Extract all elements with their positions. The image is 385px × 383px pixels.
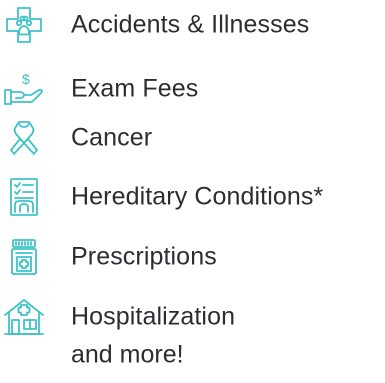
coverage-label-cancer: Cancer [71, 123, 153, 152]
coverage-label-hospitalization: Hospitalization [71, 302, 236, 331]
coverage-label-hereditary-conditions: Hereditary Conditions* [71, 182, 324, 211]
coverage-item-hospitalization: Hospitalization [0, 293, 385, 341]
coverage-item-accidents-illnesses: Accidents & Illnesses [0, 1, 385, 49]
coverage-label-exam-fees: Exam Fees [71, 74, 199, 103]
coverage-item-prescriptions: Prescriptions [0, 233, 385, 281]
svg-text:$: $ [22, 71, 30, 87]
prescription-bottle-icon [2, 233, 46, 281]
hand-holding-money-icon: $ [2, 65, 46, 113]
coverage-item-cancer: Cancer [0, 114, 385, 162]
coverage-more-text: and more! [71, 340, 184, 369]
coverage-list: Accidents & Illnesses $ Exam Fees Cancer [0, 0, 385, 383]
awareness-ribbon-icon [2, 114, 46, 162]
coverage-item-exam-fees: $ Exam Fees [0, 65, 385, 113]
coverage-item-hereditary-conditions: Hereditary Conditions* [0, 173, 385, 221]
coverage-label-accidents-illnesses: Accidents & Illnesses [71, 10, 310, 39]
checklist-document-icon [2, 173, 46, 221]
coverage-label-prescriptions: Prescriptions [71, 242, 217, 271]
hospital-building-icon [2, 293, 46, 341]
paw-medical-cross-icon [2, 1, 46, 49]
